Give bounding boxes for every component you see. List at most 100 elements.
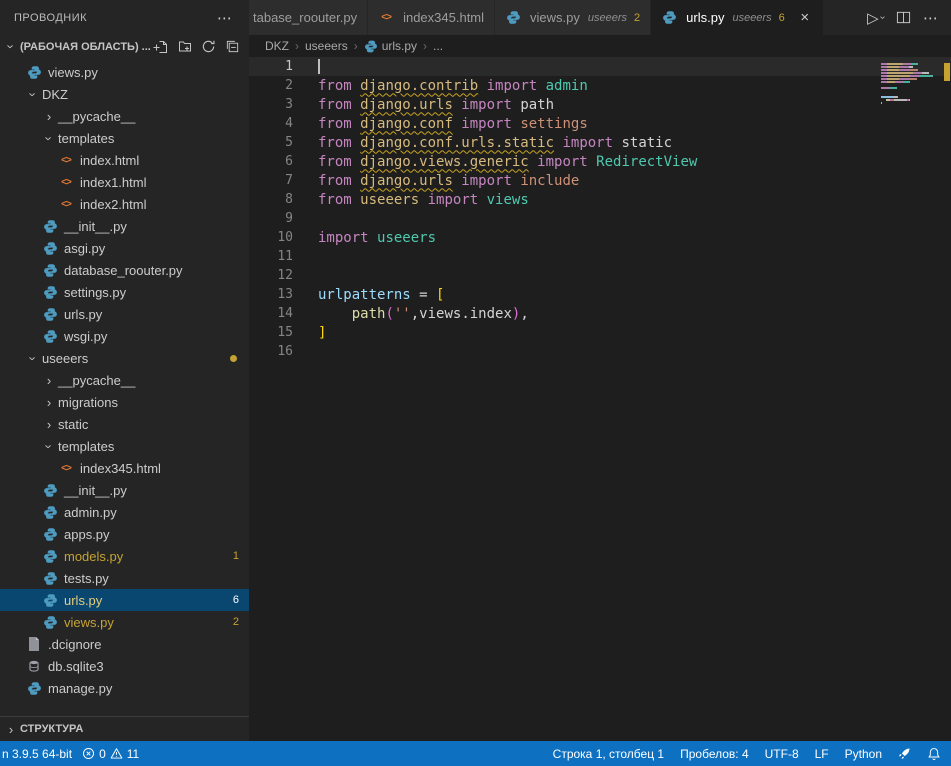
explorer-more-actions-icon[interactable]: ⋯ [217, 9, 233, 27]
tree-item-index-html[interactable]: <>index.html [0, 149, 249, 171]
line-content: ] [293, 325, 326, 341]
python-file-icon [364, 39, 378, 54]
tree-item-useeers[interactable]: ›useeers [0, 347, 249, 369]
code-token: import [453, 97, 520, 113]
tree-item-admin-py[interactable]: admin.py [0, 501, 249, 523]
tree-item-label: tests.py [64, 571, 109, 586]
new-folder-icon[interactable] [176, 38, 193, 55]
tree-item-label: manage.py [48, 681, 112, 696]
tree-item-wsgi-py[interactable]: wsgi.py [0, 325, 249, 347]
tree-item-urls-py[interactable]: urls.py6 [0, 589, 249, 611]
refresh-icon[interactable] [200, 38, 217, 55]
code-line-9[interactable]: 9 [249, 209, 951, 228]
tree-item-asgi-py[interactable]: asgi.py [0, 237, 249, 259]
run-dropdown-icon[interactable]: › [877, 16, 888, 19]
code-line-16[interactable]: 16 [249, 342, 951, 361]
tree-item-models-py[interactable]: models.py1 [0, 545, 249, 567]
tree-item-label: DKZ [42, 87, 68, 102]
bell-icon[interactable] [927, 747, 941, 761]
tree-item-static[interactable]: ›static [0, 413, 249, 435]
explorer-title: ПРОВОДНИК [14, 12, 87, 24]
breadcrumb-item-[interactable]: ... [433, 39, 443, 53]
code-line-11[interactable]: 11 [249, 247, 951, 266]
code-editor[interactable]: 12from django.contrib import admin3from … [249, 57, 951, 741]
tree-item-dkz[interactable]: ›DKZ [0, 83, 249, 105]
tree-item-views-py[interactable]: views.py2 [0, 611, 249, 633]
code-line-4[interactable]: 4from django.conf import settings [249, 114, 951, 133]
collapse-all-icon[interactable] [224, 38, 241, 55]
status-item-строка-1-столбец-1[interactable]: Строка 1, столбец 1 [553, 747, 664, 761]
tree-item-views-py[interactable]: views.py [0, 61, 249, 83]
code-line-8[interactable]: 8from useeers import views [249, 190, 951, 209]
workspace-section-header[interactable]: › (РАБОЧАЯ ОБЛАСТЬ) ... [0, 35, 249, 58]
tree-item-pycache[interactable]: ›__pycache__ [0, 369, 249, 391]
tree-item-urls-py[interactable]: urls.py [0, 303, 249, 325]
code-line-6[interactable]: 6from django.views.generic import Redire… [249, 152, 951, 171]
code-token: import [453, 116, 520, 132]
tree-item-label: static [58, 417, 88, 432]
tab-urls-py[interactable]: urls.pyuseeers6× [651, 0, 824, 35]
tree-item-init-py[interactable]: __init__.py [0, 215, 249, 237]
code-line-13[interactable]: 13urlpatterns = [ [249, 285, 951, 304]
rocket-icon[interactable] [898, 747, 911, 760]
new-file-icon[interactable] [152, 38, 169, 55]
code-line-7[interactable]: 7from django.urls import include [249, 171, 951, 190]
tree-item-index1-html[interactable]: <>index1.html [0, 171, 249, 193]
python-file-icon [42, 307, 58, 322]
code-line-14[interactable]: 14 path('',views.index), [249, 304, 951, 323]
warning-icon [110, 747, 123, 760]
tree-item-migrations[interactable]: ›migrations [0, 391, 249, 413]
tree-item-init-py[interactable]: __init__.py [0, 479, 249, 501]
breadcrumb-item-dkz[interactable]: DKZ [265, 39, 289, 53]
status-item-utf-8[interactable]: UTF-8 [765, 747, 799, 761]
line-content: import useeers [293, 230, 436, 246]
line-content: from useeers import views [293, 192, 529, 208]
tab-views-py[interactable]: views.pyuseeers2 [495, 0, 651, 35]
code-line-1[interactable]: 1 [249, 57, 951, 76]
code-line-15[interactable]: 15] [249, 323, 951, 342]
tree-item-templates[interactable]: ›templates [0, 127, 249, 149]
status-right-items: Строка 1, столбец 1 Пробелов: 4 UTF-8 LF Pyt… [553, 747, 882, 761]
tree-item-manage-py[interactable]: manage.py [0, 677, 249, 699]
code-line-5[interactable]: 5from django.conf.urls.static import sta… [249, 133, 951, 152]
tree-item-settings-py[interactable]: settings.py [0, 281, 249, 303]
tree-item-pycache[interactable]: ›__pycache__ [0, 105, 249, 127]
tree-item-templates[interactable]: ›templates [0, 435, 249, 457]
minimap[interactable] [881, 57, 943, 108]
tab-tabase-roouter-py[interactable]: tabase_roouter.py [249, 0, 368, 35]
breadcrumb-item-urls-py[interactable]: urls.py [364, 39, 417, 54]
tab-index345-html[interactable]: <>index345.html [368, 0, 495, 35]
status-item-пробелов-4[interactable]: Пробелов: 4 [680, 747, 749, 761]
tree-item-apps-py[interactable]: apps.py [0, 523, 249, 545]
python-file-icon [42, 483, 58, 498]
tree-item-index345-html[interactable]: <>index345.html [0, 457, 249, 479]
problems-badge: 6 [233, 594, 239, 606]
tree-item-db-sqlite3[interactable]: db.sqlite3 [0, 655, 249, 677]
tree-item-label: .dcignore [48, 637, 101, 652]
code-line-2[interactable]: 2from django.contrib import admin [249, 76, 951, 95]
code-line-12[interactable]: 12 [249, 266, 951, 285]
line-content [293, 59, 320, 75]
line-number: 14 [249, 306, 293, 321]
line-content: from django.contrib import admin [293, 78, 588, 94]
tree-item-label: index1.html [80, 175, 146, 190]
tree-item-tests-py[interactable]: tests.py [0, 567, 249, 589]
problems-status[interactable]: 0 11 [82, 747, 139, 761]
breadcrumb-label: urls.py [382, 39, 417, 53]
file-tree: views.py›DKZ›__pycache__›templates<>inde… [0, 58, 249, 716]
status-item-lf[interactable]: LF [815, 747, 829, 761]
close-icon[interactable]: × [797, 10, 813, 25]
outline-section-header[interactable]: › СТРУКТУРА [0, 716, 249, 741]
code-token: import [478, 78, 545, 94]
breadcrumb-item-useeers[interactable]: useeers [305, 39, 348, 53]
tree-item-dcignore[interactable]: .dcignore [0, 633, 249, 655]
code-token: import [419, 192, 486, 208]
tree-item-index2-html[interactable]: <>index2.html [0, 193, 249, 215]
python-interpreter-status[interactable]: n 3.9.5 64-bit [2, 747, 72, 761]
code-line-10[interactable]: 10import useeers [249, 228, 951, 247]
editor-more-actions-icon[interactable]: ⋯ [923, 9, 939, 27]
split-editor-icon[interactable] [896, 10, 911, 25]
tree-item-database-roouter-py[interactable]: database_roouter.py [0, 259, 249, 281]
code-line-3[interactable]: 3from django.urls import path [249, 95, 951, 114]
status-item-python[interactable]: Python [845, 747, 882, 761]
